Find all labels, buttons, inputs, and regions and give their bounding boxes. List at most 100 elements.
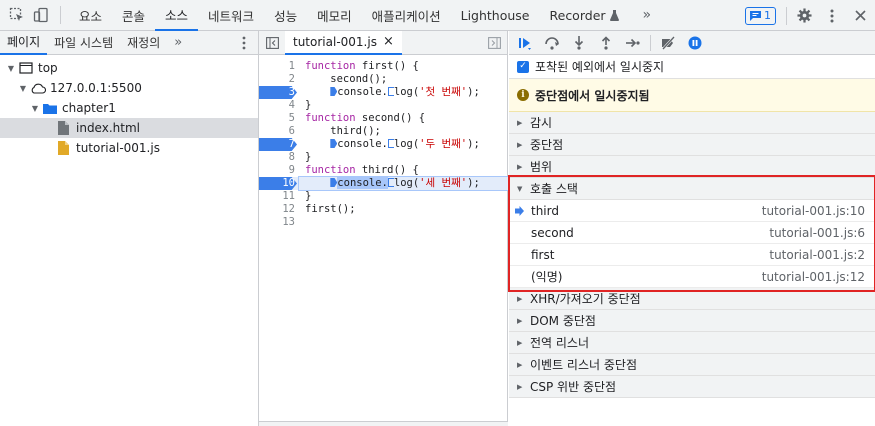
line-number[interactable]: 13: [259, 216, 299, 229]
section-dom-breakpoints[interactable]: ▶ DOM 중단점: [509, 310, 875, 332]
code-line[interactable]: 11 }: [259, 190, 508, 203]
device-toolbar-icon[interactable]: [30, 4, 52, 26]
tab-sources[interactable]: 소스: [155, 0, 199, 31]
toolbar-divider: [60, 6, 61, 24]
devtools-toolbar: 요소 콘솔 소스 네트워크 성능 메모리 애플리케이션 Lighthouse R…: [0, 0, 875, 31]
section-label: 호출 스택: [530, 182, 578, 196]
section-scope[interactable]: ▶ 범위: [509, 156, 875, 178]
code-line[interactable]: 5 function second() {: [259, 112, 508, 125]
frame-location[interactable]: tutorial-001.js:2: [769, 248, 865, 262]
pause-on-exceptions-icon[interactable]: [685, 33, 705, 53]
collapsed-triangle-icon: ▶: [517, 360, 523, 369]
code-line[interactable]: 8 }: [259, 151, 508, 164]
tree-item-top[interactable]: ▼ top: [0, 58, 258, 78]
line-number[interactable]: 6: [259, 125, 299, 138]
tree-item-file-js[interactable]: tutorial-001.js: [0, 138, 258, 158]
collapsed-triangle-icon: ▶: [517, 338, 523, 347]
tree-item-host[interactable]: ▼ 127.0.0.1:5500: [0, 78, 258, 98]
section-breakpoints[interactable]: ▶ 중단점: [509, 134, 875, 156]
line-number[interactable]: 4: [259, 99, 299, 112]
checkbox-checked-icon[interactable]: ✓: [517, 60, 529, 73]
file-tree: ▼ top ▼ 127.0.0.1:5500 ▼ chapter1 index.…: [0, 55, 258, 158]
folder-icon: [43, 103, 57, 114]
paused-code-line[interactable]: 10 console. log('세 번째');: [259, 176, 509, 191]
code-line[interactable]: 4 }: [259, 99, 508, 112]
collapsed-triangle-icon: ▶: [517, 316, 523, 325]
line-number[interactable]: 2: [259, 73, 299, 86]
tab-overrides[interactable]: 재정의: [120, 31, 167, 55]
tab-console[interactable]: 콘솔: [112, 0, 155, 31]
toggle-debugger-icon[interactable]: [488, 37, 501, 52]
paused-banner-text: 중단점에서 일시중지됨: [535, 88, 650, 103]
step-into-icon[interactable]: [569, 33, 589, 53]
tab-lighthouse[interactable]: Lighthouse: [451, 0, 540, 31]
step-icon[interactable]: [623, 33, 643, 53]
debugger-sidebar: ✓ 포착된 예외에서 일시중지 i 중단점에서 일시중지됨 ▶ 감시 ▶ 중단점…: [509, 31, 875, 426]
close-tab-icon[interactable]: ×: [383, 34, 394, 49]
section-watch[interactable]: ▶ 감시: [509, 112, 875, 134]
section-call-stack[interactable]: ▼ 호출 스택: [509, 178, 875, 200]
navigator-menu-icon[interactable]: [242, 36, 246, 53]
tree-item-folder[interactable]: ▼ chapter1: [0, 98, 258, 118]
kebab-menu-icon[interactable]: [821, 5, 843, 27]
call-frame[interactable]: first tutorial-001.js:2: [509, 244, 875, 266]
line-number[interactable]: 8: [259, 151, 299, 164]
line-number[interactable]: 5: [259, 112, 299, 125]
section-label: 전역 리스너: [530, 336, 590, 350]
tab-network[interactable]: 네트워크: [198, 0, 264, 31]
code-line[interactable]: 1 function first() {: [259, 60, 508, 73]
resume-icon[interactable]: [515, 33, 535, 53]
document-icon: [58, 121, 69, 135]
issues-badge[interactable]: 1: [745, 6, 776, 25]
frame-location[interactable]: tutorial-001.js:12: [762, 270, 865, 284]
frame-location[interactable]: tutorial-001.js:6: [769, 226, 865, 240]
code-line[interactable]: 9 function third() {: [259, 164, 508, 177]
pause-on-caught-row[interactable]: ✓ 포착된 예외에서 일시중지: [509, 55, 875, 79]
tree-label: tutorial-001.js: [76, 141, 160, 155]
code-line[interactable]: 13: [259, 216, 508, 229]
breakpoint-marker[interactable]: 3: [259, 86, 299, 99]
tab-memory[interactable]: 메모리: [307, 0, 362, 31]
settings-gear-icon[interactable]: [793, 5, 815, 27]
call-frame[interactable]: (익명) tutorial-001.js:12: [509, 266, 875, 288]
code-line[interactable]: 7 console. log('두 번째');: [259, 138, 508, 151]
breakpoint-marker[interactable]: 7: [259, 138, 299, 151]
line-number[interactable]: 11: [259, 190, 299, 203]
code-line[interactable]: 2 second();: [259, 73, 508, 86]
close-devtools-icon[interactable]: [849, 5, 871, 27]
code-line[interactable]: 6 third();: [259, 125, 508, 138]
call-frame[interactable]: third tutorial-001.js:10: [509, 200, 875, 222]
line-number[interactable]: 12: [259, 203, 299, 216]
step-over-icon[interactable]: [542, 33, 562, 53]
code-text: console. log('첫 번째');: [299, 86, 508, 99]
deactivate-breakpoints-icon[interactable]: [658, 33, 678, 53]
line-number[interactable]: 1: [259, 60, 299, 73]
line-number[interactable]: 9: [259, 164, 299, 177]
toggle-navigator-icon[interactable]: [259, 36, 285, 49]
section-csp-violation-breakpoints[interactable]: ▶ CSP 위반 중단점: [509, 376, 875, 398]
breakpoint-marker[interactable]: 10: [259, 177, 299, 190]
code-line[interactable]: 12 first();: [259, 203, 508, 216]
tab-page[interactable]: 페이지: [0, 31, 48, 55]
section-global-listeners[interactable]: ▶ 전역 리스너: [509, 332, 875, 354]
frame-location[interactable]: tutorial-001.js:10: [762, 204, 865, 218]
tab-elements[interactable]: 요소: [69, 0, 112, 31]
tab-recorder[interactable]: Recorder: [540, 0, 629, 31]
call-frame[interactable]: second tutorial-001.js:6: [509, 222, 875, 244]
editor-file-tab[interactable]: tutorial-001.js ×: [285, 30, 402, 55]
navigator-more-button[interactable]: »: [167, 31, 189, 55]
section-xhr-breakpoints[interactable]: ▶ XHR/가져오기 중단점: [509, 288, 875, 310]
collapsed-triangle-icon: ▶: [517, 140, 523, 149]
navigator-tabs: 페이지 파일 시스템 재정의 »: [0, 31, 258, 55]
section-event-listener-breakpoints[interactable]: ▶ 이벤트 리스너 중단점: [509, 354, 875, 376]
step-out-icon[interactable]: [596, 33, 616, 53]
inspect-element-icon[interactable]: [6, 4, 28, 26]
more-tabs-button[interactable]: »: [629, 0, 666, 31]
info-icon: i: [517, 89, 529, 101]
tab-application[interactable]: 애플리케이션: [362, 0, 451, 31]
tab-performance[interactable]: 성능: [264, 0, 307, 31]
toolbar-divider: [786, 6, 787, 25]
code-line[interactable]: 3 console. log('첫 번째');: [259, 86, 508, 99]
tree-item-file-index[interactable]: index.html: [0, 118, 258, 138]
tab-filesystem[interactable]: 파일 시스템: [47, 31, 120, 55]
